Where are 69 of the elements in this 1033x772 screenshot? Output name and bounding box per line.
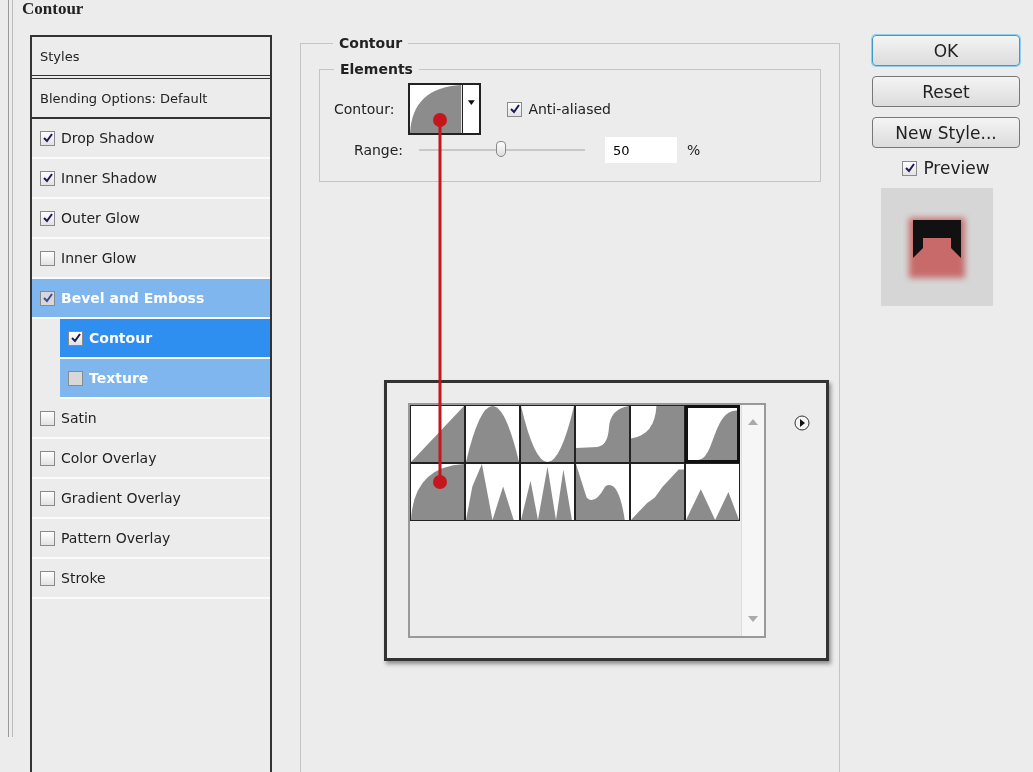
checkbox[interactable] — [40, 210, 55, 226]
style-list-item[interactable]: Outer Glow — [32, 199, 270, 239]
checkbox[interactable] — [40, 290, 55, 306]
style-label: Bevel and Emboss — [61, 290, 205, 306]
checkbox[interactable] — [40, 490, 55, 506]
checkbox-label: Anti-aliased — [528, 101, 611, 117]
checkbox[interactable] — [507, 101, 523, 117]
contour-preset[interactable] — [465, 405, 520, 463]
dialog-button[interactable]: OK — [872, 35, 1020, 66]
range-label: Range: — [354, 142, 404, 158]
style-label: Inner Glow — [61, 250, 137, 266]
checkbox[interactable] — [68, 330, 83, 346]
unit-label: % — [687, 142, 701, 158]
range-input[interactable]: 50 — [605, 137, 678, 163]
checkmark-icon — [42, 133, 53, 143]
contour-preset[interactable] — [630, 463, 685, 521]
style-list-item[interactable]: Stroke — [32, 559, 270, 599]
checkmark-icon — [42, 173, 53, 183]
contour-preset[interactable] — [520, 463, 575, 521]
group-title: Contour — [338, 35, 404, 51]
style-list-item[interactable]: Blending Options: Default — [32, 79, 270, 119]
checkbox[interactable] — [40, 250, 55, 266]
checkmark-icon — [42, 293, 53, 303]
style-label: Contour — [89, 330, 153, 346]
style-label: Outer Glow — [61, 210, 140, 226]
contour-preset[interactable] — [630, 405, 685, 463]
contour-preset[interactable] — [575, 463, 630, 521]
style-label: Gradient Overlay — [61, 490, 181, 506]
style-label: Drop Shadow — [61, 130, 155, 146]
checkbox[interactable] — [68, 370, 83, 386]
contour-picker[interactable] — [408, 83, 482, 135]
style-list-item[interactable]: Gradient Overlay — [32, 479, 270, 519]
checkbox[interactable] — [40, 450, 55, 466]
contour-preset[interactable] — [685, 405, 740, 463]
contour-preset[interactable] — [575, 405, 630, 463]
group-title: Elements — [339, 61, 414, 77]
style-list-item[interactable]: Satin — [32, 399, 270, 439]
checkbox-label: Preview — [923, 158, 990, 178]
style-label: Pattern Overlay — [61, 530, 171, 546]
checkmark-icon — [509, 104, 520, 114]
checkbox[interactable] — [40, 570, 55, 586]
contour-preset[interactable] — [520, 405, 575, 463]
checkmark-icon — [904, 163, 915, 173]
style-label: Satin — [61, 410, 97, 426]
checkbox[interactable] — [40, 410, 55, 426]
style-label: Inner Shadow — [61, 170, 157, 186]
style-list-item[interactable]: Pattern Overlay — [32, 519, 270, 559]
dialog-button[interactable]: Reset — [872, 76, 1020, 107]
style-label: Stroke — [61, 570, 106, 586]
checkmark-icon — [42, 213, 53, 223]
style-list-item[interactable]: Inner Shadow — [32, 159, 270, 199]
contour-preset[interactable] — [410, 463, 465, 521]
contour-preset[interactable] — [685, 463, 740, 521]
style-list-item[interactable]: Color Overlay — [32, 439, 270, 479]
checkbox[interactable] — [40, 530, 55, 546]
style-label: Color Overlay — [61, 450, 157, 466]
slider-thumb[interactable] — [496, 141, 507, 157]
dialog-button[interactable]: New Style... — [872, 117, 1020, 148]
checkmark-icon — [70, 333, 81, 343]
style-label: Texture — [89, 370, 149, 386]
contour-preset[interactable] — [410, 405, 465, 463]
contour-label: Contour: — [334, 101, 395, 117]
checkbox[interactable] — [40, 170, 55, 186]
section-heading: Contour — [21, 0, 84, 20]
panel-title: Styles — [40, 48, 80, 64]
checkbox[interactable] — [902, 160, 918, 176]
style-list-item[interactable]: Drop Shadow — [32, 119, 270, 159]
contour-preset[interactable] — [465, 463, 520, 521]
checkbox[interactable] — [40, 130, 55, 146]
